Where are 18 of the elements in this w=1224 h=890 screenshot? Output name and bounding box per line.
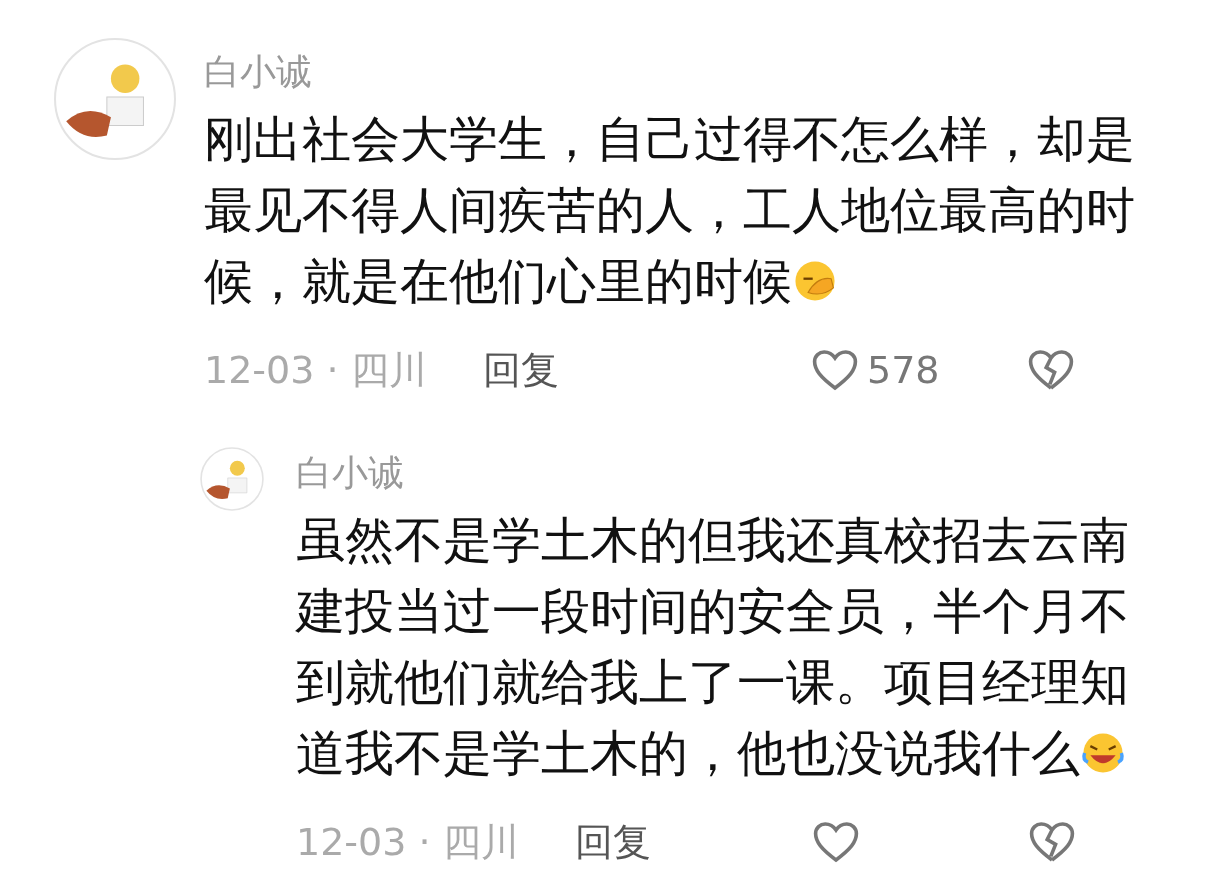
heart-icon[interactable]: [811, 348, 859, 392]
broken-heart-icon[interactable]: [1028, 820, 1076, 864]
reply-text-line: 虽然不是学土木的但我还真校招去云南: [296, 512, 1129, 569]
avatar[interactable]: [200, 447, 264, 511]
reply-date-location: 12-03 · 四川: [296, 818, 519, 866]
reply-text-line: 到就他们就给我上了一课。项目经理知: [296, 654, 1129, 711]
heart-icon[interactable]: [812, 820, 860, 864]
comment-date-location: 12-03 · 四川: [204, 346, 427, 394]
comment-text-line: 候，就是在他们心里的时候: [204, 253, 792, 310]
reply-text-line: 道我不是学土木的，他也没说我什么: [296, 725, 1080, 782]
reply-button[interactable]: 回复: [574, 816, 651, 868]
reply-button[interactable]: 回复: [482, 344, 559, 396]
like-count: 578: [867, 348, 941, 392]
avatar[interactable]: [54, 38, 176, 160]
reply-text-line: 建投当过一段时间的安全员，半个月不: [296, 583, 1129, 640]
comment-text-line: 最见不得人间疾苦的人，工人地位最高的时: [204, 182, 1135, 239]
broken-heart-icon[interactable]: [1027, 348, 1075, 392]
comment-text-line: 刚出社会大学生，自己过得不怎么样，却是: [204, 111, 1135, 168]
